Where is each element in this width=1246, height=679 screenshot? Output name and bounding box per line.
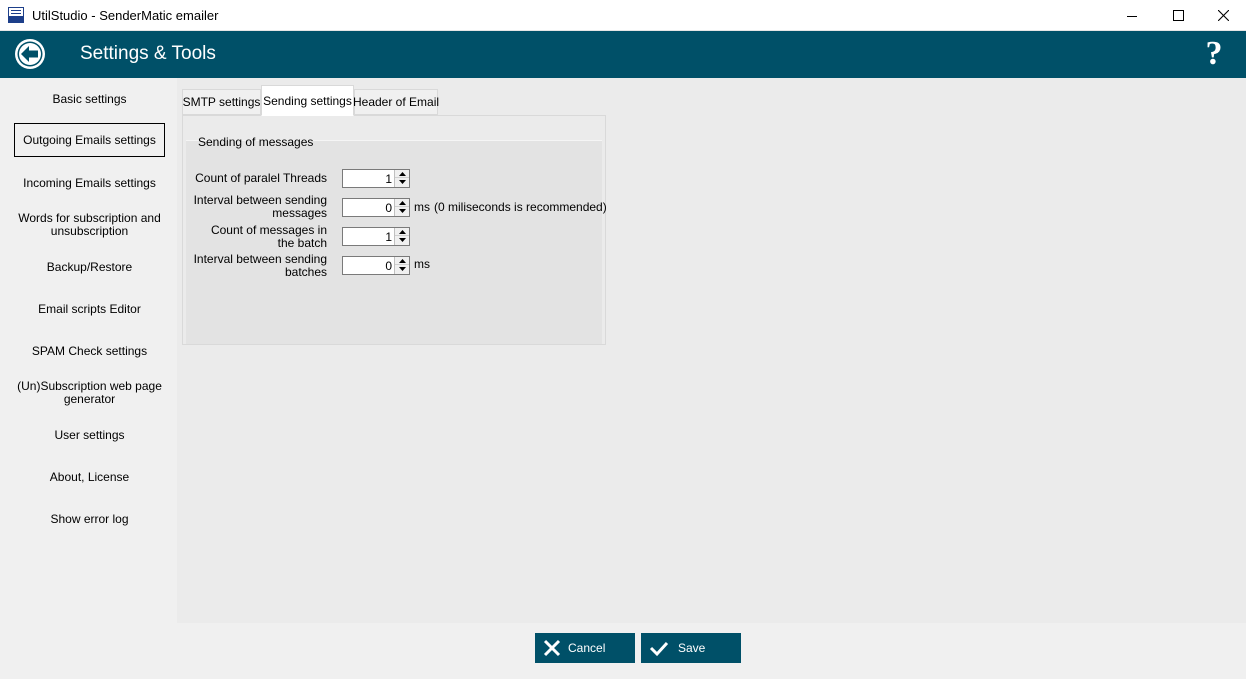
threads-label: Count of paralel Threads xyxy=(195,171,327,185)
sidebar-item-outgoing-emails[interactable]: Outgoing Emails settings xyxy=(14,123,165,157)
batch-interval-value: 0 xyxy=(385,259,392,273)
sidebar-item-about-license[interactable]: About, License xyxy=(14,460,165,494)
close-icon xyxy=(1217,10,1229,21)
settings-content: SMTP settings Sending settings Header of… xyxy=(177,78,1246,623)
arrow-down-icon xyxy=(398,180,406,184)
decrement-button[interactable] xyxy=(395,265,409,273)
sidebar-item-backup-restore[interactable]: Backup/Restore xyxy=(14,250,165,284)
close-button[interactable] xyxy=(1200,0,1246,31)
window-title-bar: UtilStudio - SenderMatic emailer xyxy=(0,0,1246,31)
arrow-up-icon xyxy=(398,258,406,263)
app-logo-icon xyxy=(8,7,24,23)
page-header: Settings & Tools ? xyxy=(0,31,1246,78)
save-label: Save xyxy=(678,641,706,655)
back-arrow-icon xyxy=(15,39,45,69)
batch-interval-unit: ms xyxy=(414,257,430,271)
threads-spinner[interactable]: 1 xyxy=(342,169,410,188)
increment-button[interactable] xyxy=(395,257,409,265)
cancel-label: Cancel xyxy=(568,641,606,655)
batch-count-value: 1 xyxy=(385,230,392,244)
message-interval-hint: (0 miliseconds is recommended) xyxy=(434,200,607,214)
arrow-up-icon xyxy=(398,229,406,234)
batch-interval-label: Interval between sending batches xyxy=(193,252,327,279)
help-button[interactable]: ? xyxy=(1200,35,1228,73)
arrow-up-icon xyxy=(398,171,406,176)
close-icon xyxy=(543,639,561,657)
message-interval-spinner[interactable]: 0 xyxy=(342,198,410,217)
group-title: Sending of messages xyxy=(198,135,314,149)
sidebar-item-subscription-words[interactable]: Words for subscription and unsubscriptio… xyxy=(14,208,165,242)
decrement-button[interactable] xyxy=(395,207,409,215)
threads-value: 1 xyxy=(385,172,392,186)
checkmark-icon xyxy=(649,641,669,657)
increment-button[interactable] xyxy=(395,199,409,207)
sidebar-item-basic-settings[interactable]: Basic settings xyxy=(14,82,165,116)
maximize-button[interactable] xyxy=(1155,0,1201,31)
arrow-down-icon xyxy=(398,209,406,213)
page-title: Settings & Tools xyxy=(80,43,216,64)
sidebar-item-incoming-emails[interactable]: Incoming Emails settings xyxy=(14,166,165,200)
arrow-down-icon xyxy=(398,238,406,242)
arrow-down-icon xyxy=(398,267,406,271)
save-button[interactable]: Save xyxy=(641,633,741,663)
message-interval-unit: ms xyxy=(414,200,430,214)
cancel-button[interactable]: Cancel xyxy=(535,633,635,663)
decrement-button[interactable] xyxy=(395,178,409,186)
sidebar-item-error-log[interactable]: Show error log xyxy=(14,502,165,536)
back-button[interactable] xyxy=(14,38,46,70)
tab-sending-settings[interactable]: Sending settings xyxy=(261,85,354,116)
settings-sidebar: Basic settings Outgoing Emails settings … xyxy=(0,78,177,623)
batch-count-spinner[interactable]: 1 xyxy=(342,227,410,246)
batch-count-label: Count of messages in the batch xyxy=(210,223,327,250)
message-interval-value: 0 xyxy=(385,201,392,215)
batch-interval-spinner[interactable]: 0 xyxy=(342,256,410,275)
window-title: UtilStudio - SenderMatic emailer xyxy=(32,8,219,23)
increment-button[interactable] xyxy=(395,170,409,178)
decrement-button[interactable] xyxy=(395,236,409,244)
sidebar-item-spam-check[interactable]: SPAM Check settings xyxy=(14,334,165,368)
minimize-icon xyxy=(1127,15,1137,17)
arrow-up-icon xyxy=(398,200,406,205)
maximize-icon xyxy=(1172,10,1184,21)
increment-button[interactable] xyxy=(395,228,409,236)
sidebar-item-email-scripts-editor[interactable]: Email scripts Editor xyxy=(14,292,165,326)
minimize-button[interactable] xyxy=(1109,0,1155,31)
message-interval-label: Interval between sending messages xyxy=(193,193,327,220)
sending-settings-panel: Sending of messages Count of paralel Thr… xyxy=(182,115,607,345)
tab-header-of-email[interactable]: Header of Email xyxy=(353,89,439,115)
sidebar-item-subscription-page-generator[interactable]: (Un)Subscription web page generator xyxy=(14,376,165,410)
tab-smtp-settings[interactable]: SMTP settings xyxy=(182,89,261,115)
sidebar-item-user-settings[interactable]: User settings xyxy=(14,418,165,452)
